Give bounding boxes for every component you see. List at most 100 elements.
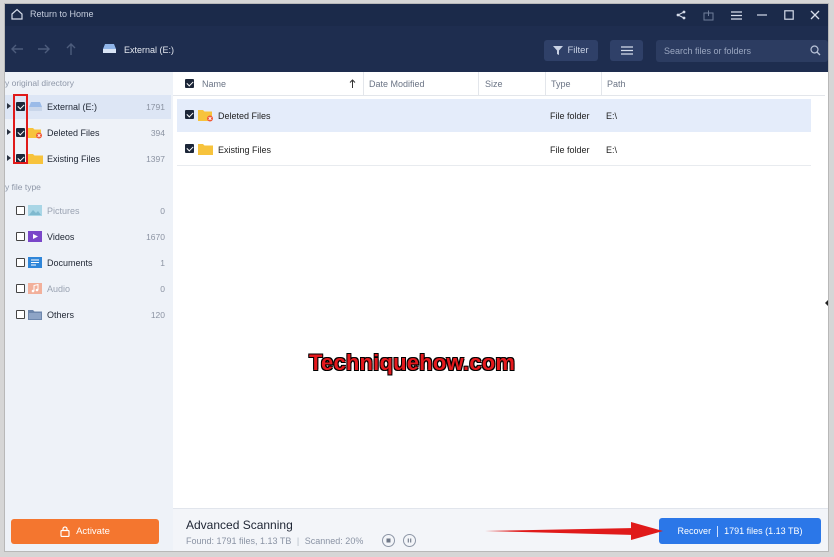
up-arrow-icon[interactable] — [63, 41, 79, 57]
sidebar-item-label: Deleted Files — [47, 128, 100, 138]
file-path: E:\ — [606, 111, 618, 121]
sidebar-item-label: Existing Files — [47, 154, 101, 164]
forward-arrow-icon[interactable] — [36, 41, 52, 57]
toolbar: External (E:) Filter — [5, 26, 828, 72]
file-name: Existing Files — [218, 145, 272, 155]
annotation-arrow-icon — [485, 522, 663, 540]
deleted-folder-icon — [198, 110, 213, 122]
videos-checkbox[interactable] — [16, 232, 25, 241]
pictures-checkbox[interactable] — [16, 206, 25, 215]
sidebar-item-label: Others — [47, 310, 75, 320]
sidebar-item-count: 1670 — [146, 232, 165, 242]
pause-icon — [407, 538, 412, 543]
collapse-handle-icon[interactable] — [825, 300, 828, 306]
recover-label: Recover — [677, 526, 712, 536]
scanned-progress: Scanned: 20% — [304, 536, 364, 546]
folder-icon — [198, 144, 213, 155]
activate-label: Activate — [76, 526, 110, 537]
table-header: Name Date Modified Size Type Path — [173, 72, 825, 96]
watermark-text: Techniquehow.com — [309, 350, 516, 375]
pictures-icon — [28, 205, 42, 216]
table-row[interactable]: Deleted Files File folder E:\ — [177, 99, 811, 132]
stop-icon — [386, 538, 391, 543]
sidebar-item-count: 1791 — [146, 102, 165, 112]
sidebar-item-label: Documents — [47, 258, 93, 268]
stop-scan-button[interactable] — [382, 534, 395, 547]
view-menu-button[interactable] — [610, 40, 643, 61]
select-all-checkbox[interactable] — [185, 79, 194, 88]
recover-button[interactable]: Recover 1791 files (1.13 TB) — [659, 518, 821, 544]
table-row[interactable]: Existing Files File folder E:\ — [177, 133, 811, 166]
export-icon[interactable] — [699, 6, 717, 24]
file-type: File folder — [550, 145, 590, 155]
sidebar-item-videos[interactable]: Videos 1670 — [5, 225, 171, 249]
documents-checkbox[interactable] — [16, 258, 25, 267]
sidebar-item-label: Audio — [47, 284, 71, 294]
sort-ascending-icon[interactable] — [349, 79, 356, 89]
column-header-type[interactable]: Type — [551, 79, 571, 89]
others-checkbox[interactable] — [16, 310, 25, 319]
column-header-path[interactable]: Path — [607, 79, 626, 89]
sidebar-item-existing-files[interactable]: Existing Files 1397 — [5, 147, 171, 171]
sidebar-item-others[interactable]: Others 120 — [5, 303, 171, 327]
column-header-size[interactable]: Size — [485, 79, 503, 89]
row-checkbox[interactable] — [185, 144, 194, 153]
filter-icon — [553, 46, 564, 55]
maximize-icon[interactable] — [780, 6, 798, 24]
share-icon[interactable] — [672, 6, 690, 24]
scan-title: Advanced Scanning — [186, 518, 293, 532]
audio-checkbox[interactable] — [16, 284, 25, 293]
recover-detail: 1791 files (1.13 TB) — [724, 526, 803, 536]
list-icon — [620, 46, 633, 55]
others-icon — [28, 310, 42, 320]
app-window: Return to Home External (E:) Filter Sear… — [4, 3, 829, 552]
column-header-name[interactable]: Name — [202, 79, 226, 89]
return-home-link[interactable]: Return to Home — [30, 9, 94, 19]
sidebar-item-label: Videos — [47, 232, 75, 242]
section-heading-filetype: y file type — [5, 182, 41, 192]
sidebar-item-pictures[interactable]: Pictures 0 — [5, 199, 171, 223]
file-path: E:\ — [606, 145, 618, 155]
close-icon[interactable] — [806, 6, 824, 24]
expand-arrow-icon[interactable] — [7, 155, 11, 161]
found-summary: Found: 1791 files, 1.13 TB — [186, 536, 292, 546]
row-checkbox[interactable] — [185, 110, 194, 119]
back-arrow-icon[interactable] — [9, 41, 25, 57]
menu-icon[interactable] — [727, 6, 745, 24]
deleted-folder-icon — [28, 128, 42, 139]
home-icon[interactable] — [11, 8, 23, 20]
search-icon[interactable] — [810, 45, 821, 56]
audio-icon — [28, 283, 42, 294]
file-list-panel: Name Date Modified Size Type Path Delete… — [173, 72, 828, 508]
sidebar-item-count: 394 — [150, 128, 165, 138]
sidebar-item-count: 0 — [160, 206, 165, 216]
drive-icon — [29, 102, 42, 111]
section-heading-directory: y original directory — [5, 78, 74, 88]
videos-icon — [28, 231, 42, 242]
sidebar-item-count: 0 — [160, 284, 165, 294]
pause-scan-button[interactable] — [403, 534, 416, 547]
search-box — [656, 40, 828, 62]
expand-arrow-icon[interactable] — [7, 129, 11, 135]
folder-icon — [28, 154, 43, 164]
expand-arrow-icon[interactable] — [7, 103, 11, 109]
sidebar-item-count: 1 — [160, 258, 165, 268]
sidebar-item-label: External (E:) — [47, 102, 98, 112]
column-header-date-modified[interactable]: Date Modified — [369, 79, 425, 89]
highlight-box — [13, 94, 28, 164]
documents-icon — [28, 257, 42, 268]
search-input[interactable] — [664, 43, 804, 59]
sidebar-item-external[interactable]: External (E:) 1791 — [5, 95, 171, 119]
breadcrumb[interactable]: External (E:) — [124, 45, 174, 55]
sidebar-item-count: 1397 — [146, 154, 165, 164]
sidebar-item-audio[interactable]: Audio 0 — [5, 277, 171, 301]
filter-button[interactable]: Filter — [544, 40, 598, 61]
file-type: File folder — [550, 111, 590, 121]
minimize-icon[interactable] — [753, 6, 771, 24]
sidebar-item-deleted-files[interactable]: Deleted Files 394 — [5, 121, 171, 145]
activate-button[interactable]: Activate — [11, 519, 159, 544]
sidebar-item-documents[interactable]: Documents 1 — [5, 251, 171, 275]
sidebar: y original directory External (E:) 1791 … — [5, 72, 173, 551]
scan-status: Found: 1791 files, 1.13 TB | Scanned: 20… — [186, 536, 364, 546]
sidebar-item-label: Pictures — [47, 206, 80, 216]
